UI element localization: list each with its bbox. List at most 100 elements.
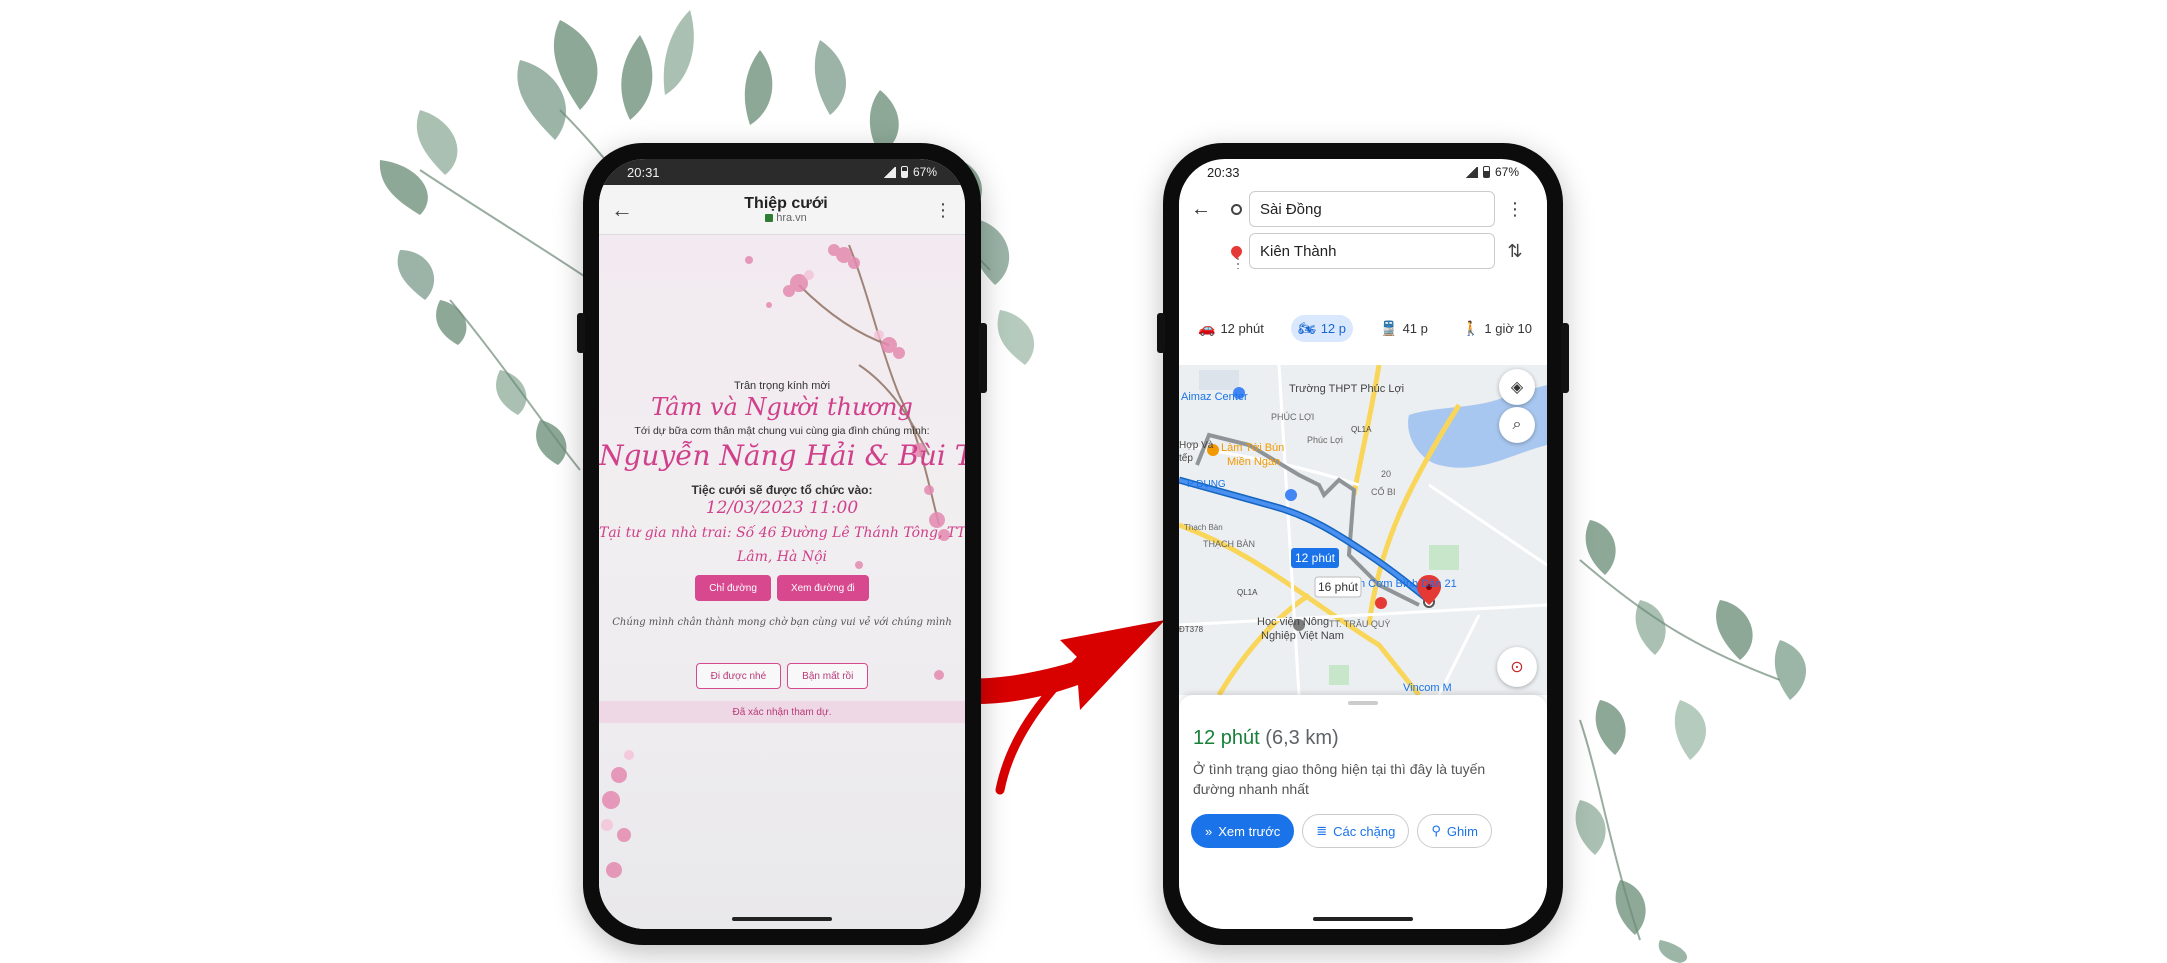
map-label-ql1a-bottom: QL1A xyxy=(1237,588,1258,597)
waiting-text: Chúng mình chân thành mong chờ bạn cùng … xyxy=(612,617,952,628)
direction-buttons: Chỉ đường Xem đường đi xyxy=(599,575,965,601)
destination-row: Kiên Thành ⇅ xyxy=(1179,233,1547,269)
status-icons: 67% xyxy=(1464,165,1519,179)
directions-button[interactable]: Chỉ đường xyxy=(695,575,771,601)
decorative-foliage xyxy=(379,10,1807,963)
map-label-phuc-loi: PHÚC LỢI xyxy=(1271,412,1314,422)
destination-field[interactable]: Kiên Thành xyxy=(1249,233,1495,269)
lock-icon xyxy=(765,214,774,223)
map-label-dt378: ĐT378 xyxy=(1179,625,1204,634)
map-label-hop-2: tếp xyxy=(1179,452,1193,464)
attend-button[interactable]: Đi được nhé xyxy=(695,663,782,689)
party-address-1: Tại tư gia nhà trai: Số 46 Đường Lê Thán… xyxy=(599,525,965,541)
steps-button[interactable]: ≣ Các chặng xyxy=(1302,814,1410,848)
map-label-aimaz: Aimaz Center xyxy=(1181,391,1248,403)
origin-row: ← Sài Đồng ⋮ xyxy=(1179,191,1547,227)
mode-motorbike-label: 12 p xyxy=(1320,321,1347,336)
mode-walk-label: 1 giờ 10 xyxy=(1484,321,1532,336)
invitation-card: Trân trọng kính mời Tâm và Người thương … xyxy=(599,235,965,929)
recenter-icon[interactable]: ⊙ xyxy=(1497,647,1537,687)
battery-level: 67% xyxy=(1494,165,1519,179)
pin-button[interactable]: ⚲ Ghim xyxy=(1417,814,1492,848)
map-label-thach-ban: THẠCH BÀN xyxy=(1203,539,1255,549)
map-label-hop: Hợp Và xyxy=(1179,440,1214,451)
invite-line: Tới dự bữa cơm thân mật chung vui cùng g… xyxy=(634,425,930,437)
map-label-hoc-vien-1: Học viện Nông xyxy=(1257,616,1329,628)
rsvp-buttons: Đi được nhé Bận mất rồi xyxy=(599,663,965,689)
maps-phone: 20:33 67% ← Sài Đồng ⋮ Kiên Thành ⇅ 🚗 12… xyxy=(1157,143,1569,945)
preview-icon: » xyxy=(1205,823,1213,839)
page-title-area: Thiệp cưới hra.vn xyxy=(639,195,933,225)
more-options-icon[interactable]: ⋮ xyxy=(1495,199,1535,220)
status-time: 20:33 xyxy=(1207,164,1240,180)
map-label-co-bi: CỔ BI xyxy=(1371,486,1396,497)
route-summary: 12 phút (6,3 km) xyxy=(1193,727,1339,750)
mode-transit[interactable]: 🚆 41 p xyxy=(1373,315,1435,342)
maps-screen: 20:33 67% ← Sài Đồng ⋮ Kiên Thành ⇅ 🚗 12… xyxy=(1179,159,1547,929)
map-label-ql1a-top: QL1A xyxy=(1351,425,1372,434)
layers-icon[interactable]: ◈ xyxy=(1499,369,1535,405)
more-options-icon[interactable]: ⋮ xyxy=(933,201,953,219)
map-label-school: Trường THPT Phúc Lợi xyxy=(1289,383,1404,395)
pin-label: Ghim xyxy=(1446,823,1478,839)
preview-label: Xem trước xyxy=(1218,823,1281,839)
url-text: hra.vn xyxy=(776,212,807,225)
map-label-vincom: Vincom M xyxy=(1403,682,1452,694)
home-indicator[interactable] xyxy=(732,917,832,921)
pin-icon: ⚲ xyxy=(1431,823,1441,838)
mode-motorbike[interactable]: 🏍 12 p xyxy=(1290,315,1354,342)
couple-names: Nguyễn Năng Hải & Bùi Thị Hoài xyxy=(599,439,965,472)
steps-label: Các chặng xyxy=(1333,823,1396,839)
directions-panel: ← Sài Đồng ⋮ Kiên Thành ⇅ 🚗 12 phút 🏍 12… xyxy=(1179,185,1547,365)
invitation-screen: 20:31 67% ← Thiệp cưới hra.vn ⋮ Trân trọ… xyxy=(599,159,965,929)
map-label-phuc-loi-road: Phúc Lợi xyxy=(1307,435,1343,445)
route-distance: (6,3 km) xyxy=(1265,727,1339,749)
invite-guest-name: Tâm và Người thương xyxy=(651,393,913,421)
home-indicator[interactable] xyxy=(1313,917,1413,921)
rsvp-confirmation: Đã xác nhận tham dự. xyxy=(599,701,965,723)
status-bar: 20:33 67% xyxy=(1179,159,1547,185)
route-time-alt: 16 phút xyxy=(1318,580,1359,594)
battery-icon xyxy=(1482,166,1490,178)
route-note: Ở tình trạng giao thông hiện tại thì đây… xyxy=(1193,761,1486,797)
status-icons: 67% xyxy=(882,165,937,179)
map-label-20: 20 xyxy=(1381,469,1391,479)
preview-button[interactable]: » Xem trước xyxy=(1191,814,1295,848)
signal-icon xyxy=(1464,166,1478,178)
decline-button[interactable]: Bận mất rồi xyxy=(787,663,869,689)
motorbike-icon: 🏍 xyxy=(1297,320,1316,336)
swap-route-icon[interactable]: ⇅ xyxy=(1495,241,1535,262)
map-label-tt-trau-quy: TT. TRÂU QUỲ xyxy=(1329,619,1390,629)
battery-level: 67% xyxy=(912,165,937,179)
map-view[interactable]: Trường THPT Phúc Lợi Aimaz Center PHÚC L… xyxy=(1179,365,1547,695)
back-arrow-icon[interactable]: ← xyxy=(611,197,639,223)
invite-greeting: Trân trọng kính mời xyxy=(733,380,831,392)
battery-icon xyxy=(900,166,908,178)
car-icon: 🚗 xyxy=(1198,320,1216,336)
browser-toolbar: ← Thiệp cưới hra.vn ⋮ xyxy=(599,185,965,235)
map-label-dung: P DỤNG xyxy=(1187,479,1226,490)
view-route-button[interactable]: Xem đường đi xyxy=(776,575,869,601)
map-canvas[interactable]: Trường THPT Phúc Lợi Aimaz Center PHÚC L… xyxy=(1179,365,1547,695)
mode-walk[interactable]: 🚶 1 giờ 10 xyxy=(1455,315,1539,342)
party-datetime: 12/03/2023 11:00 xyxy=(705,498,859,518)
party-time-label: Tiệc cưới sẽ được tổ chức vào: xyxy=(691,483,873,497)
mode-car[interactable]: 🚗 12 phút xyxy=(1191,315,1271,342)
search-icon[interactable]: ⌕ xyxy=(1499,407,1535,443)
map-label-com-binh-dan: n Cơm Bình Dân 21 xyxy=(1359,578,1457,590)
walk-icon: 🚶 xyxy=(1461,320,1480,336)
travel-modes: 🚗 12 phút 🏍 12 p 🚆 41 p 🚶 1 giờ 10 xyxy=(1191,315,1539,342)
back-arrow-icon[interactable]: ← xyxy=(1179,198,1223,221)
map-label-restaurant-2: Miền Ngàn xyxy=(1227,456,1280,468)
route-time-main: 12 phút xyxy=(1295,551,1336,565)
sheet-handle[interactable] xyxy=(1348,701,1378,705)
invitation-phone: 20:31 67% ← Thiệp cưới hra.vn ⋮ Trân trọ… xyxy=(577,143,987,945)
signal-icon xyxy=(882,166,896,178)
status-bar: 20:31 67% xyxy=(599,159,965,185)
map-label-thach-ban-road: Thạch Bàn xyxy=(1184,523,1223,532)
origin-field[interactable]: Sài Đồng xyxy=(1249,191,1495,227)
destination-pin-icon xyxy=(1228,243,1244,259)
map-label-restaurant-1: Làm Tới Bún xyxy=(1221,442,1284,454)
page-title: Thiệp cưới xyxy=(744,194,828,212)
page-url[interactable]: hra.vn xyxy=(639,212,933,224)
